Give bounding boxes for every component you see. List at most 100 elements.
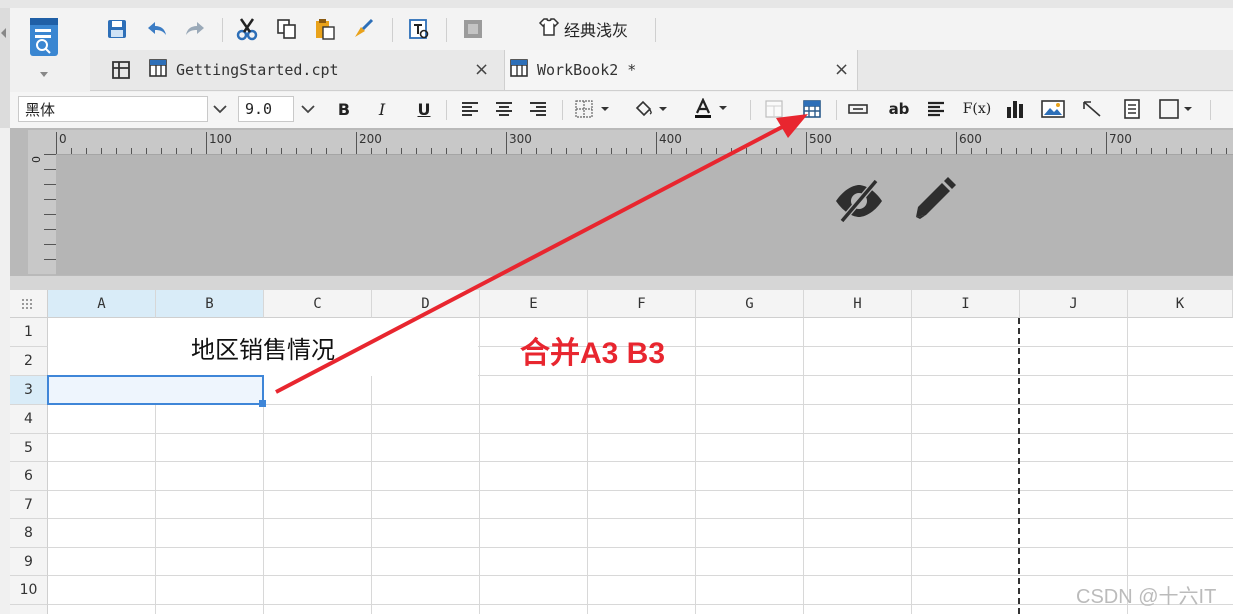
toolbar-separator bbox=[392, 18, 393, 42]
slash-line-icon[interactable] bbox=[1080, 96, 1104, 122]
font-name-select[interactable]: 黑体 bbox=[18, 96, 208, 122]
bold-button[interactable]: B bbox=[332, 96, 356, 122]
row-header-8[interactable]: 8 bbox=[10, 519, 48, 548]
menu-strip bbox=[0, 0, 1233, 8]
row-header-5[interactable]: 5 bbox=[10, 434, 48, 462]
column-header-a[interactable]: A bbox=[48, 290, 156, 318]
row-header-2[interactable]: 2 bbox=[10, 347, 48, 376]
font-color-icon[interactable] bbox=[690, 96, 734, 122]
row-header-6[interactable]: 6 bbox=[10, 462, 48, 491]
ruler-label: 0 bbox=[59, 132, 67, 146]
font-size-select[interactable]: 9.0 bbox=[238, 96, 294, 122]
merge-cells-icon[interactable] bbox=[800, 96, 824, 122]
ruler-label: 400 bbox=[659, 132, 682, 146]
ruler-label: 100 bbox=[209, 132, 232, 146]
row-header-7[interactable]: 7 bbox=[10, 491, 48, 519]
edit-pencil-icon[interactable] bbox=[908, 175, 956, 229]
subreport-icon[interactable] bbox=[1120, 96, 1144, 122]
column-header-g[interactable]: G bbox=[696, 290, 804, 318]
fill-color-icon[interactable] bbox=[630, 96, 674, 122]
column-header-c[interactable]: C bbox=[264, 290, 372, 318]
cut-icon[interactable] bbox=[234, 16, 260, 42]
grid-line bbox=[48, 490, 1233, 491]
fill-handle[interactable] bbox=[259, 400, 266, 407]
row-header-3[interactable]: 3 bbox=[10, 376, 48, 405]
toolbar-separator bbox=[446, 100, 447, 120]
align-left-icon[interactable] bbox=[458, 96, 482, 122]
theme-button[interactable]: 经典浅灰 bbox=[538, 16, 628, 42]
undo-icon[interactable] bbox=[144, 16, 170, 42]
toolbar-separator bbox=[222, 18, 223, 42]
formula-button[interactable]: F(x) bbox=[962, 96, 992, 122]
cell-border-dropdown-icon[interactable] bbox=[1156, 96, 1200, 122]
row-header-9[interactable]: 9 bbox=[10, 548, 48, 576]
paste-icon[interactable] bbox=[312, 16, 338, 42]
grid-line bbox=[48, 433, 1233, 434]
grid-line bbox=[48, 604, 1233, 605]
left-collapse-strip[interactable] bbox=[0, 8, 10, 128]
unmerge-cells-icon[interactable] bbox=[762, 96, 786, 122]
column-header-e[interactable]: E bbox=[480, 290, 588, 318]
tab-workbook2[interactable]: WorkBook2 * bbox=[504, 50, 858, 90]
text-field-icon[interactable] bbox=[846, 96, 870, 122]
watermark: CSDN @十六IT bbox=[1076, 586, 1217, 608]
grid-line bbox=[695, 318, 696, 614]
column-header-d[interactable]: D bbox=[372, 290, 480, 318]
collapse-arrow-icon[interactable] bbox=[1, 28, 6, 38]
paragraph-icon[interactable] bbox=[924, 96, 948, 122]
chevron-down-icon[interactable] bbox=[206, 96, 234, 122]
hide-eye-icon[interactable] bbox=[832, 177, 886, 229]
underline-button[interactable]: U bbox=[412, 96, 436, 122]
chevron-down-icon[interactable] bbox=[294, 96, 322, 122]
header-panel bbox=[56, 155, 1233, 275]
grid-line bbox=[48, 547, 1233, 548]
select-all-corner[interactable] bbox=[10, 290, 48, 318]
grid-line bbox=[48, 575, 1233, 576]
selected-cell-a3[interactable] bbox=[47, 375, 264, 405]
tab-label: WorkBook2 * bbox=[537, 61, 637, 79]
tab-label: GettingStarted.cpt bbox=[176, 61, 339, 79]
align-right-icon[interactable] bbox=[526, 96, 550, 122]
ruler-label: 700 bbox=[1109, 132, 1132, 146]
close-tab-icon[interactable]: × bbox=[474, 59, 489, 80]
disabled-tool-icon bbox=[460, 16, 486, 42]
column-header-k[interactable]: K bbox=[1128, 290, 1233, 318]
grid-line bbox=[911, 318, 912, 614]
grid-line bbox=[479, 318, 480, 614]
italic-button[interactable]: I bbox=[370, 96, 394, 122]
image-icon[interactable] bbox=[1040, 96, 1066, 122]
ruler-corner bbox=[28, 130, 56, 154]
column-header-i[interactable]: I bbox=[912, 290, 1020, 318]
column-header-f[interactable]: F bbox=[588, 290, 696, 318]
toolbar-separator bbox=[562, 100, 563, 120]
theme-label: 经典浅灰 bbox=[564, 21, 629, 40]
row-header-10[interactable]: 10 bbox=[10, 576, 48, 605]
row-header-1[interactable]: 1 bbox=[10, 318, 48, 347]
copy-icon[interactable] bbox=[274, 16, 300, 42]
column-header-b[interactable]: B bbox=[156, 290, 264, 318]
row-header-4[interactable]: 4 bbox=[10, 405, 48, 434]
text-preview-icon[interactable] bbox=[406, 16, 432, 42]
row-header-11[interactable] bbox=[10, 605, 48, 614]
align-center-icon[interactable] bbox=[492, 96, 516, 122]
tab-list-icon[interactable] bbox=[110, 50, 132, 90]
column-header-h[interactable]: H bbox=[804, 290, 912, 318]
redo-icon[interactable] bbox=[182, 16, 208, 42]
app-menu-icon[interactable] bbox=[18, 14, 78, 84]
tab-gettingstarted[interactable]: GettingStarted.cpt bbox=[148, 50, 500, 90]
border-dropdown-icon[interactable] bbox=[572, 96, 616, 122]
close-tab-icon[interactable]: × bbox=[834, 59, 849, 80]
vertical-ruler-label: 0 bbox=[29, 156, 42, 163]
format-painter-icon[interactable] bbox=[350, 16, 376, 42]
column-header-j[interactable]: J bbox=[1020, 290, 1128, 318]
toolbar-separator bbox=[1210, 100, 1211, 120]
text-ab-button[interactable]: ab bbox=[886, 96, 912, 122]
horizontal-ruler: 0 100 200 300 400 500 600 700 bbox=[56, 130, 1233, 155]
merged-title-cell[interactable]: 地区销售情况 bbox=[48, 318, 478, 376]
title-text: 地区销售情况 bbox=[191, 335, 335, 364]
bar-chart-icon[interactable] bbox=[1004, 96, 1028, 122]
grid-line bbox=[48, 461, 1233, 462]
panel-separator bbox=[10, 276, 1233, 290]
save-icon[interactable] bbox=[104, 16, 130, 42]
shirt-icon bbox=[538, 16, 560, 42]
